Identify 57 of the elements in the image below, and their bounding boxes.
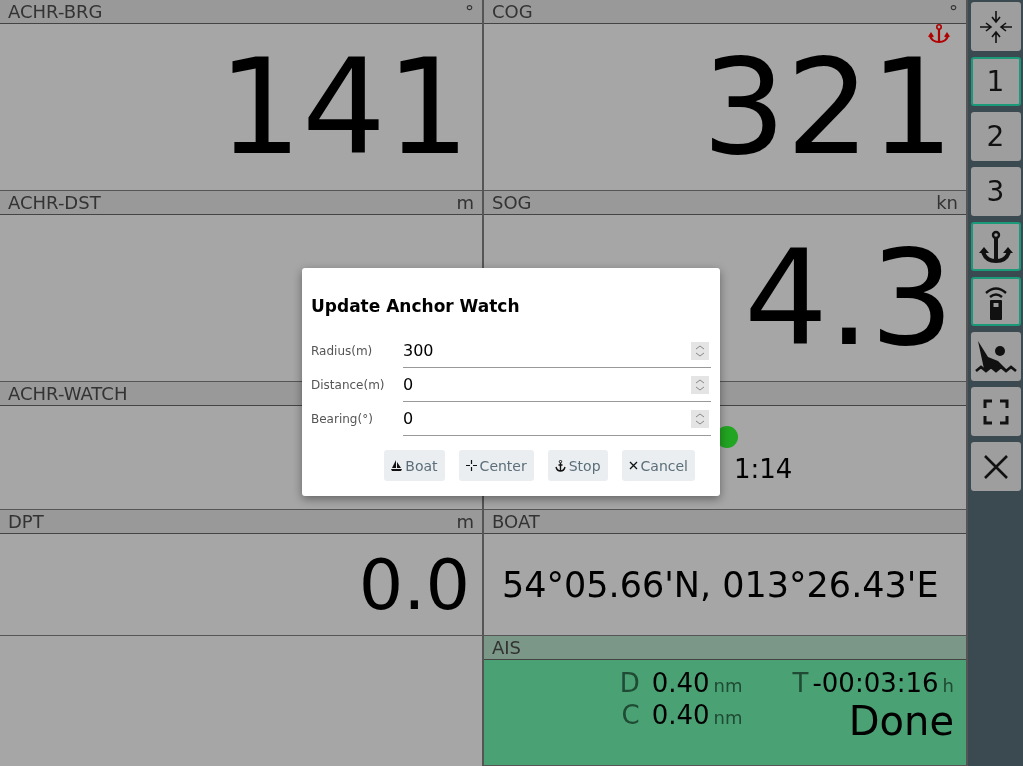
spinner-icon[interactable] bbox=[691, 409, 709, 428]
dialog-button[interactable]: Center bbox=[458, 450, 534, 481]
spinner-icon[interactable] bbox=[691, 341, 709, 360]
unit-label: m bbox=[456, 511, 474, 532]
panel-title: ACHR-WATCH bbox=[8, 383, 128, 404]
panel-title: SOG bbox=[492, 192, 532, 213]
anchor-icon bbox=[554, 459, 566, 472]
dialog-title: Update Anchor Watch bbox=[311, 296, 521, 316]
panel-title: ACHR-DST bbox=[8, 192, 101, 213]
sidebar-button[interactable] bbox=[970, 222, 1021, 271]
dialog-button[interactable]: Cancel bbox=[621, 450, 695, 481]
unit-label: h bbox=[942, 675, 954, 696]
position-text: 54°05.66'N, 013°26.43'E bbox=[502, 564, 939, 605]
value-text: 321 bbox=[702, 41, 954, 173]
fullscreen-icon bbox=[982, 398, 1009, 425]
value-text: 0.0 bbox=[358, 549, 470, 620]
panel-title: COG bbox=[492, 1, 533, 22]
unit-label: nm bbox=[713, 675, 743, 696]
unit-label: ° bbox=[949, 1, 958, 22]
close-icon bbox=[628, 461, 638, 470]
unit-label: m bbox=[456, 192, 474, 213]
panel-title: BOAT bbox=[492, 511, 540, 532]
field-label: Radius(m) bbox=[311, 344, 374, 358]
sidebar-button[interactable] bbox=[970, 332, 1021, 381]
sidebar-button[interactable]: 2 bbox=[970, 112, 1021, 161]
sidebar-button[interactable] bbox=[970, 2, 1021, 51]
value-text: 141 bbox=[218, 41, 470, 173]
close-icon bbox=[982, 453, 1009, 480]
ais-value: 0.40 bbox=[651, 668, 710, 698]
crosshair-icon bbox=[465, 460, 477, 471]
field-label: Bearing(°) bbox=[311, 412, 374, 426]
value-text: 4.3 bbox=[744, 232, 954, 364]
unit-label: ° bbox=[465, 1, 474, 22]
ais-value: 0.40 bbox=[651, 700, 710, 730]
sidebar-button[interactable] bbox=[970, 442, 1021, 491]
unit-label: nm bbox=[713, 707, 743, 728]
time-text: 1:14 bbox=[734, 454, 793, 484]
sidebar-button[interactable]: 3 bbox=[970, 167, 1021, 216]
panel-title: DPT bbox=[8, 511, 44, 532]
sailboat-icon bbox=[391, 460, 403, 471]
ais-label: D bbox=[618, 668, 640, 698]
anchor-icon bbox=[977, 228, 1014, 265]
ais-label: T bbox=[792, 668, 809, 698]
dialog-button[interactable]: Stop bbox=[547, 450, 608, 481]
field-label: Distance(m) bbox=[311, 378, 386, 392]
panel-title: ACHR-BRG bbox=[8, 1, 103, 22]
ais-state: Done bbox=[848, 698, 954, 744]
sidebar-button[interactable]: 1 bbox=[970, 57, 1021, 106]
unit-label: kn bbox=[936, 192, 958, 213]
ais-time: -00:03:16 bbox=[812, 668, 939, 698]
panel-title: AIS bbox=[492, 637, 522, 658]
arrows-inward-icon bbox=[977, 8, 1014, 45]
sidebar-button[interactable] bbox=[970, 387, 1021, 436]
ais-label: C bbox=[620, 700, 640, 730]
sidebar-button[interactable] bbox=[970, 277, 1021, 326]
dialog-button[interactable]: Boat bbox=[384, 450, 445, 481]
spinner-icon[interactable] bbox=[691, 375, 709, 394]
